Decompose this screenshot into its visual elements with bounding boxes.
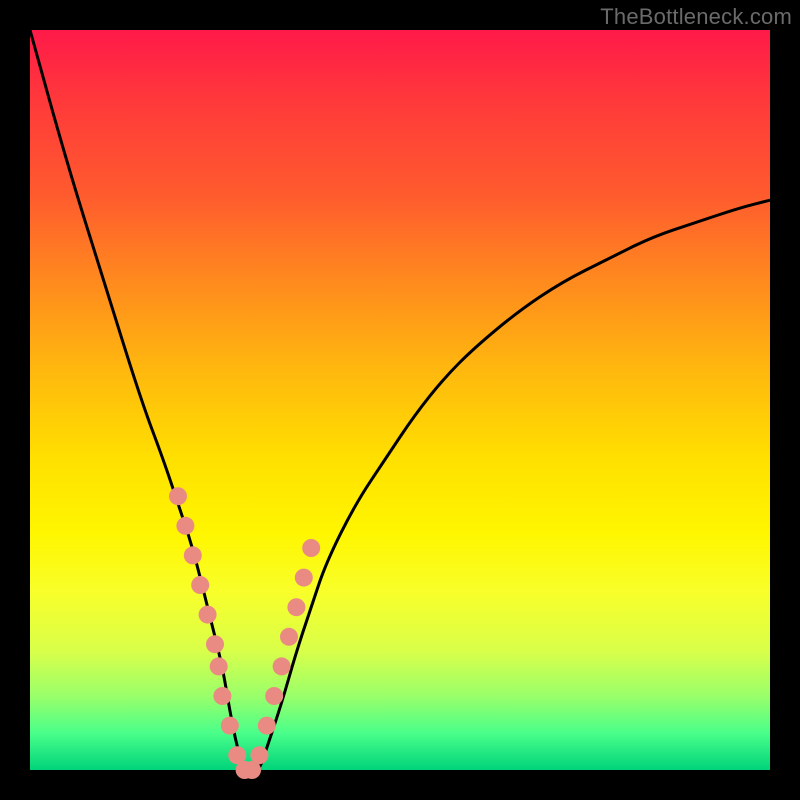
chart-svg xyxy=(30,30,770,770)
data-dot xyxy=(210,657,228,675)
data-dot xyxy=(258,717,276,735)
data-dot xyxy=(280,628,298,646)
data-dot xyxy=(169,487,187,505)
data-dot xyxy=(295,569,313,587)
plot-area xyxy=(30,30,770,770)
data-dot xyxy=(206,635,224,653)
data-dot xyxy=(302,539,320,557)
data-dot xyxy=(199,606,217,624)
data-dot xyxy=(265,687,283,705)
bottleneck-curve xyxy=(30,30,770,770)
data-dot xyxy=(221,717,239,735)
data-dot xyxy=(287,598,305,616)
data-dot xyxy=(191,576,209,594)
data-dot xyxy=(250,746,268,764)
data-dot xyxy=(213,687,231,705)
watermark-text: TheBottleneck.com xyxy=(600,4,792,30)
data-dots xyxy=(169,487,320,779)
data-dot xyxy=(273,657,291,675)
data-dot xyxy=(184,546,202,564)
chart-container: TheBottleneck.com xyxy=(0,0,800,800)
data-dot xyxy=(176,517,194,535)
